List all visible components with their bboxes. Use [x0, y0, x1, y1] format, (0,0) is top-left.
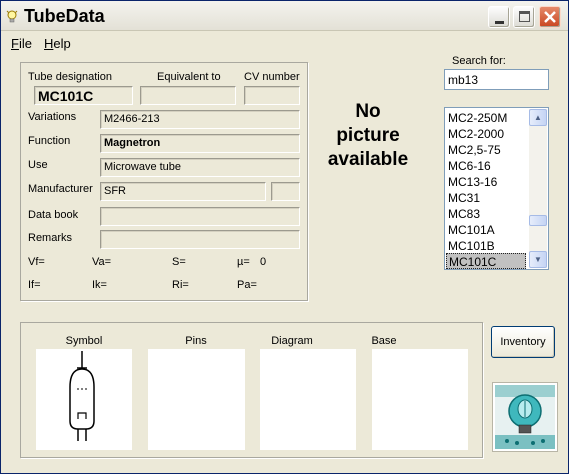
param-vf: Vf=	[28, 256, 45, 268]
symbol-panel	[36, 349, 132, 450]
diagram-panel	[260, 349, 356, 450]
cv-number-label: CV number	[244, 71, 300, 83]
maximize-icon	[519, 11, 530, 22]
close-button[interactable]	[539, 6, 561, 28]
param-ri: Ri=	[172, 279, 189, 291]
menu-help[interactable]: Help	[44, 36, 71, 51]
list-item[interactable]: MC2-250M	[446, 110, 526, 126]
list-item[interactable]: MC83	[446, 206, 526, 222]
search-label: Search for:	[452, 55, 506, 67]
param-ik: Ik=	[92, 279, 107, 291]
app-window: TubeData File Help Tube designation Equi…	[0, 0, 569, 474]
list-item[interactable]: MC101B	[446, 238, 526, 254]
symbol-label: Symbol	[65, 335, 103, 347]
search-input[interactable]: mb13	[444, 69, 549, 90]
function-label: Function	[28, 135, 71, 147]
variations-field[interactable]: M2466-213	[100, 110, 300, 129]
menu-bar: File Help	[1, 32, 568, 52]
chevron-up-icon: ▲	[534, 113, 542, 122]
base-label: Base	[371, 335, 397, 347]
remarks-label: Remarks	[28, 232, 73, 244]
list-item[interactable]: MC101A	[446, 222, 526, 238]
list-item-selected[interactable]: MC101C	[446, 253, 526, 269]
manufacturer-code-field[interactable]	[271, 182, 300, 201]
window-title: TubeData	[24, 6, 105, 26]
equivalent-field[interactable]	[140, 86, 236, 105]
variations-label: Variations	[28, 111, 77, 123]
tube-logo-icon	[495, 385, 555, 449]
list-item[interactable]: MC6-16	[446, 158, 526, 174]
menu-file[interactable]: File	[11, 36, 32, 51]
remarks-field[interactable]	[100, 230, 300, 249]
base-panel	[372, 349, 468, 450]
pins-panel	[148, 349, 245, 450]
designation-label: Tube designation	[28, 71, 112, 83]
list-item[interactable]: MC2,5-75	[446, 142, 526, 158]
list-scrollbar[interactable]: ▲ ▼	[529, 109, 547, 268]
diagram-label: Diagram	[271, 335, 313, 347]
use-label: Use	[28, 159, 48, 171]
no-picture-message: No picture available	[327, 101, 409, 170]
param-s: S=	[172, 256, 186, 268]
tube-symbol-icon	[69, 351, 95, 441]
light-bulb-icon	[6, 9, 18, 28]
chevron-down-icon: ▼	[534, 255, 542, 264]
tube-listbox[interactable]: MC2-250M MC2-2000 MC2,5-75 MC6-16 MC13-1…	[444, 107, 549, 270]
equivalent-label: Equivalent to	[157, 71, 221, 83]
param-mu-label: µ=	[237, 256, 250, 268]
list-item[interactable]: MC31	[446, 190, 526, 206]
minimize-button[interactable]	[488, 6, 510, 28]
minimize-icon	[495, 21, 504, 24]
list-item[interactable]: MC13-16	[446, 174, 526, 190]
param-if: If=	[28, 279, 41, 291]
inventory-button[interactable]: Inventory	[491, 326, 555, 358]
pins-label: Pins	[185, 335, 207, 347]
use-field[interactable]: Microwave tube	[100, 158, 300, 177]
scroll-up-button[interactable]: ▲	[529, 109, 547, 126]
manufacturer-label: Manufacturer	[28, 183, 93, 195]
scroll-down-button[interactable]: ▼	[529, 251, 547, 268]
scroll-thumb[interactable]	[529, 215, 547, 226]
close-icon	[544, 11, 556, 23]
databook-label: Data book	[28, 209, 79, 221]
param-va: Va=	[92, 256, 112, 268]
param-mu-value: 0	[260, 256, 267, 268]
manufacturer-field[interactable]: SFR	[100, 182, 266, 201]
designation-field[interactable]: MC101C	[34, 86, 133, 105]
title-bar[interactable]: TubeData	[1, 1, 568, 31]
list-item[interactable]: MC2-2000	[446, 126, 526, 142]
param-pa: Pa=	[237, 279, 257, 291]
tubedata-logo	[492, 382, 558, 452]
function-field[interactable]: Magnetron	[100, 134, 300, 153]
maximize-button[interactable]	[513, 6, 535, 28]
cv-number-field[interactable]	[244, 86, 300, 105]
databook-field[interactable]	[100, 207, 300, 226]
